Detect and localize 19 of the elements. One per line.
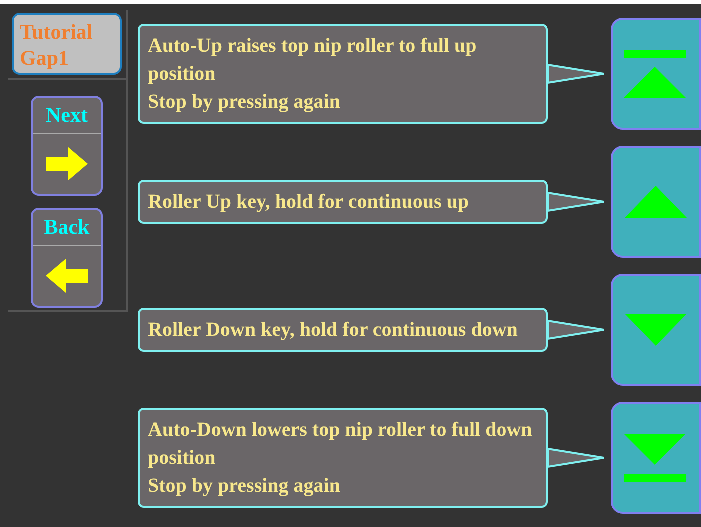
auto-up-button[interactable] bbox=[611, 18, 701, 130]
left-arrow-icon bbox=[46, 259, 88, 293]
callout-text: Auto-Down lowers top nip roller to full down position bbox=[148, 418, 534, 471]
callout-text: Stop by pressing again bbox=[148, 90, 342, 115]
callout-text: Roller Down key, hold for continuous down bbox=[148, 318, 519, 343]
callout-text: Stop by pressing again bbox=[148, 474, 342, 499]
down-to-bottom-icon bbox=[624, 434, 688, 482]
auto-down-button[interactable] bbox=[611, 402, 701, 514]
down-triangle-icon bbox=[625, 314, 687, 346]
callout-text: Roller Up key, hold for continuous up bbox=[148, 190, 470, 215]
roller-down-button[interactable] bbox=[611, 274, 701, 386]
callout-text: Auto-Up raises top nip roller to full up position bbox=[148, 34, 478, 87]
right-arrow-icon bbox=[46, 147, 88, 181]
up-to-top-icon bbox=[624, 50, 688, 98]
next-button[interactable]: Next bbox=[31, 96, 103, 196]
up-triangle-icon bbox=[625, 186, 687, 218]
tutorial-title: Tutorial Gap1 bbox=[12, 13, 122, 75]
roller-up-button[interactable] bbox=[611, 146, 701, 258]
back-button[interactable]: Back bbox=[31, 208, 103, 308]
